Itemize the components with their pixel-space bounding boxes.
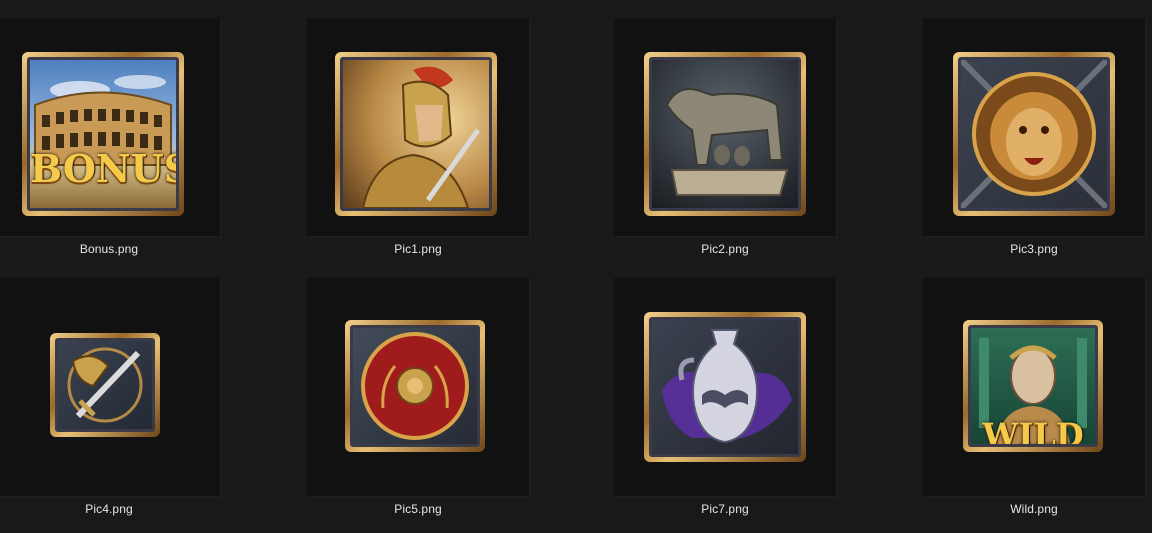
file-item-pic7[interactable]: Pic7.png <box>614 278 854 528</box>
sword-helmet-icon <box>50 333 160 437</box>
file-name-label: Pic4.png <box>85 502 133 516</box>
file-item-pic4[interactable]: Pic4.png <box>0 278 238 528</box>
lion-icon <box>953 52 1115 216</box>
file-name-label: Pic7.png <box>701 502 749 516</box>
bonus-overlay-text: BONUS <box>30 146 179 191</box>
roman-soldier-icon <box>335 52 497 216</box>
file-item-pic1[interactable]: Pic1.png <box>307 18 547 268</box>
file-thumbnail-grid: BONUS Bonus.png Pic1.png Pic2.png Pic3.p… <box>0 0 1152 533</box>
file-name-label: Pic3.png <box>1010 242 1058 256</box>
file-item-pic3[interactable]: Pic3.png <box>923 18 1152 268</box>
amphora-icon <box>644 312 806 462</box>
file-item-pic5[interactable]: Pic5.png <box>307 278 547 528</box>
file-item-wild[interactable]: WILD Wild.png <box>923 278 1152 528</box>
file-item-bonus[interactable]: BONUS Bonus.png <box>0 18 238 268</box>
file-name-label: Pic5.png <box>394 502 442 516</box>
file-name-label: Pic1.png <box>394 242 442 256</box>
file-item-pic2[interactable]: Pic2.png <box>614 18 854 268</box>
emperor-wild-icon: WILD <box>963 320 1103 452</box>
shield-icon <box>345 320 485 452</box>
wild-overlay-text: WILD <box>982 416 1084 447</box>
file-name-label: Pic2.png <box>701 242 749 256</box>
colosseum-bonus-icon: BONUS <box>22 52 184 216</box>
file-name-label: Bonus.png <box>79 242 139 256</box>
she-wolf-icon <box>644 52 806 216</box>
file-name-label: Wild.png <box>1010 502 1058 516</box>
